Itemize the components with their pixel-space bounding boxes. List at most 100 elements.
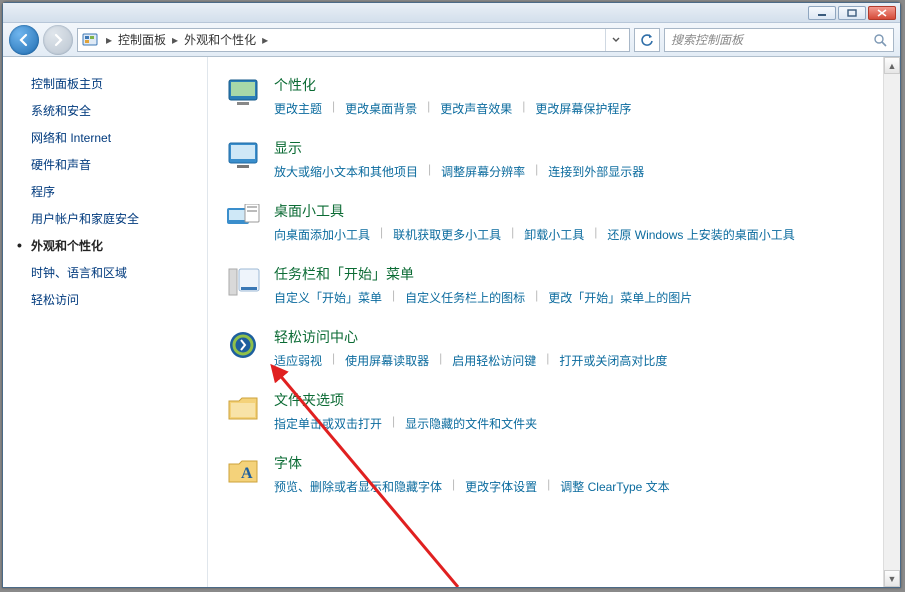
category-title[interactable]: 个性化	[274, 75, 882, 95]
category: 显示放大或缩小文本和其他项目 | 调整屏幕分辨率 | 连接到外部显示器	[226, 138, 882, 181]
chevron-right-icon: ▸	[172, 33, 178, 47]
sidebar-item[interactable]: 轻松访问	[31, 291, 207, 308]
category-link[interactable]: 显示隐藏的文件和文件夹	[405, 414, 537, 433]
category-link[interactable]: 还原 Windows 上安装的桌面小工具	[607, 225, 794, 244]
separator: |	[535, 288, 538, 307]
minimize-button[interactable]	[808, 6, 836, 20]
category-links: 放大或缩小文本和其他项目 | 调整屏幕分辨率 | 连接到外部显示器	[274, 162, 882, 181]
chevron-right-icon: ▸	[262, 33, 268, 47]
taskbar-icon	[226, 264, 262, 300]
category-link[interactable]: 调整 ClearType 文本	[560, 477, 669, 496]
scroll-down-button[interactable]: ▼	[884, 570, 900, 587]
category-title[interactable]: 显示	[274, 138, 882, 158]
sidebar-item[interactable]: 用户帐户和家庭安全	[31, 210, 207, 227]
vertical-scrollbar[interactable]: ▲ ▼	[883, 57, 900, 587]
category-links: 自定义「开始」菜单 | 自定义任务栏上的图标 | 更改「开始」菜单上的图片	[274, 288, 882, 307]
breadcrumb-item[interactable]: 控制面板	[118, 31, 166, 48]
category: 个性化更改主题 | 更改桌面背景 | 更改声音效果 | 更改屏幕保护程序	[226, 75, 882, 118]
font-icon: A	[226, 453, 262, 489]
category-link[interactable]: 更改屏幕保护程序	[535, 99, 631, 118]
category-title[interactable]: 桌面小工具	[274, 201, 882, 221]
separator: |	[452, 477, 455, 496]
separator: |	[535, 162, 538, 181]
sidebar-item[interactable]: 网络和 Internet	[31, 129, 207, 146]
separator: |	[332, 99, 335, 118]
category-link[interactable]: 联机获取更多小工具	[393, 225, 501, 244]
category: A 字体预览、删除或者显示和隐藏字体 | 更改字体设置 | 调整 ClearType 文本	[226, 453, 882, 496]
category-link[interactable]: 更改桌面背景	[345, 99, 417, 118]
category: 文件夹选项指定单击或双击打开|显示隐藏的文件和文件夹	[226, 390, 882, 433]
control-panel-window: ▸ 控制面板 ▸ 外观和个性化 ▸ 搜索控制面板 控制面板主页 系统和安全网络和…	[2, 2, 901, 588]
address-bar[interactable]: ▸ 控制面板 ▸ 外观和个性化 ▸	[77, 28, 630, 52]
category-title[interactable]: 轻松访问中心	[274, 327, 882, 347]
category-link[interactable]: 更改主题	[274, 99, 322, 118]
scroll-up-button[interactable]: ▲	[884, 57, 900, 74]
category-link[interactable]: 卸载小工具	[524, 225, 584, 244]
minimize-icon	[817, 9, 827, 17]
chevron-down-icon	[612, 37, 620, 43]
search-placeholder: 搜索控制面板	[671, 31, 743, 48]
category-links: 适应弱视|使用屏幕读取器|启用轻松访问键|打开或关闭高对比度	[274, 351, 882, 370]
category-link[interactable]: 连接到外部显示器	[548, 162, 644, 181]
category-links: 向桌面添加小工具|联机获取更多小工具|卸载小工具|还原 Windows 上安装的…	[274, 225, 882, 244]
content-pane: 个性化更改主题 | 更改桌面背景 | 更改声音效果 | 更改屏幕保护程序显示放大或缩小文本和…	[208, 57, 900, 587]
category-title[interactable]: 字体	[274, 453, 882, 473]
close-button[interactable]	[868, 6, 896, 20]
maximize-button[interactable]	[838, 6, 866, 20]
close-icon	[877, 9, 887, 17]
category: 桌面小工具向桌面添加小工具|联机获取更多小工具|卸载小工具|还原 Windows…	[226, 201, 882, 244]
category: 轻松访问中心适应弱视|使用屏幕读取器|启用轻松访问键|打开或关闭高对比度	[226, 327, 882, 370]
category-link[interactable]: 指定单击或双击打开	[274, 414, 382, 433]
ease-icon	[226, 327, 262, 363]
category-link[interactable]: 打开或关闭高对比度	[559, 351, 667, 370]
window-body: 控制面板主页 系统和安全网络和 Internet 硬件和声音程序用户帐户和家庭安全…	[3, 57, 900, 587]
category-link[interactable]: 使用屏幕读取器	[345, 351, 429, 370]
arrow-right-icon	[51, 33, 65, 47]
address-row: ▸ 控制面板 ▸ 外观和个性化 ▸ 搜索控制面板	[3, 23, 900, 57]
category: 任务栏和「开始」菜单自定义「开始」菜单 | 自定义任务栏上的图标 | 更改「开始」菜单上…	[226, 264, 882, 307]
personalization-icon	[226, 75, 262, 111]
category-link[interactable]: 调整屏幕分辨率	[441, 162, 525, 181]
category-link[interactable]: 向桌面添加小工具	[274, 225, 370, 244]
category-link[interactable]: 更改声音效果	[440, 99, 512, 118]
category-link[interactable]: 启用轻松访问键	[452, 351, 536, 370]
window-titlebar	[3, 3, 900, 23]
search-icon	[873, 33, 887, 47]
search-input[interactable]: 搜索控制面板	[664, 28, 894, 52]
separator: |	[439, 351, 442, 370]
display-icon	[226, 138, 262, 174]
separator: |	[427, 99, 430, 118]
maximize-icon	[847, 9, 857, 17]
category-link[interactable]: 更改「开始」菜单上的图片	[548, 288, 692, 307]
separator: |	[380, 225, 383, 244]
separator: |	[594, 225, 597, 244]
sidebar-title[interactable]: 控制面板主页	[31, 75, 207, 92]
forward-button[interactable]	[43, 25, 73, 55]
sidebar: 控制面板主页 系统和安全网络和 Internet 硬件和声音程序用户帐户和家庭安全…	[3, 57, 208, 587]
sidebar-item[interactable]: 硬件和声音	[31, 156, 207, 173]
category-link[interactable]: 放大或缩小文本和其他项目	[274, 162, 418, 181]
category-link[interactable]: 自定义任务栏上的图标	[405, 288, 525, 307]
address-dropdown-button[interactable]	[605, 29, 625, 51]
separator: |	[547, 477, 550, 496]
category-link[interactable]: 更改字体设置	[465, 477, 537, 496]
category-title[interactable]: 文件夹选项	[274, 390, 882, 410]
sidebar-item[interactable]: 程序	[31, 183, 207, 200]
separator: |	[428, 162, 431, 181]
sidebar-item[interactable]: 系统和安全	[31, 102, 207, 119]
category-links: 指定单击或双击打开|显示隐藏的文件和文件夹	[274, 414, 882, 433]
separator: |	[392, 288, 395, 307]
separator: |	[522, 99, 525, 118]
category-title[interactable]: 任务栏和「开始」菜单	[274, 264, 882, 284]
sidebar-item[interactable]: 外观和个性化	[31, 237, 207, 254]
category-link[interactable]: 适应弱视	[274, 351, 322, 370]
folder-icon	[226, 390, 262, 426]
refresh-button[interactable]	[634, 28, 660, 52]
category-link[interactable]: 预览、删除或者显示和隐藏字体	[274, 477, 442, 496]
category-link[interactable]: 自定义「开始」菜单	[274, 288, 382, 307]
breadcrumb-item[interactable]: 外观和个性化	[184, 31, 256, 48]
sidebar-item[interactable]: 时钟、语言和区域	[31, 264, 207, 281]
arrow-left-icon	[17, 33, 31, 47]
gadgets-icon	[226, 201, 262, 237]
back-button[interactable]	[9, 25, 39, 55]
